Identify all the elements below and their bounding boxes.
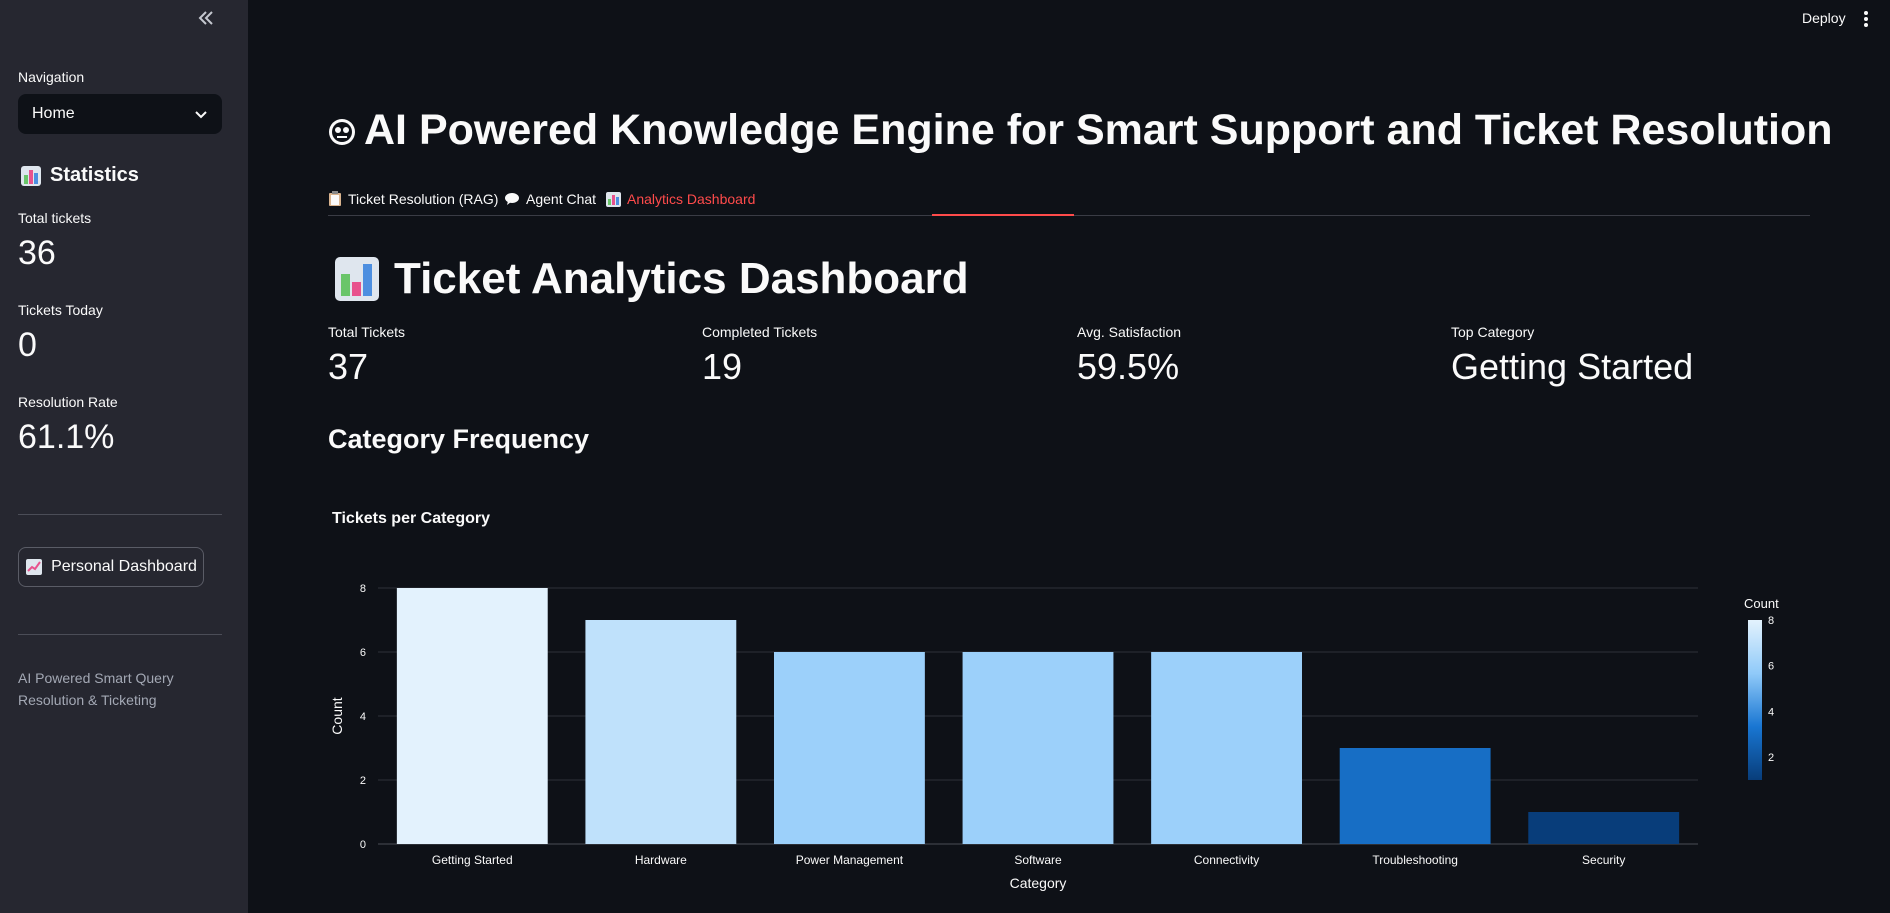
- tab-analytics-dashboard[interactable]: Analytics Dashboard: [606, 186, 755, 212]
- colorbar: [1748, 620, 1762, 780]
- bar: [774, 652, 925, 844]
- y-axis-title: Count: [329, 697, 345, 734]
- y-tick-label: 8: [360, 583, 366, 595]
- kpi-label-completed-tickets: Completed Tickets: [702, 324, 818, 340]
- bar-chart-icon: [606, 191, 621, 207]
- kpi-value-top-category: Getting Started: [1451, 346, 1694, 387]
- metric-label-total-tickets: Total tickets: [18, 210, 92, 226]
- colorbar-tick-label: 2: [1768, 752, 1774, 764]
- y-tick-label: 0: [360, 839, 366, 851]
- bar: [1151, 652, 1302, 844]
- tab-agent-chat[interactable]: Agent Chat: [504, 186, 596, 212]
- kpi-value-completed-tickets: 19: [702, 346, 743, 387]
- clipboard-icon: [329, 191, 341, 206]
- kpi-value-total-tickets: 37: [328, 346, 369, 387]
- bar: [962, 652, 1114, 844]
- colorbar-tick-label: 8: [1768, 615, 1774, 627]
- x-tick-label: Connectivity: [1194, 853, 1259, 867]
- chart-container: 0 2 4 6 8 Getting Started Hardware Power Manage…: [320, 496, 1820, 906]
- sidebar-divider: [18, 634, 222, 635]
- trend-chart-icon: [26, 559, 43, 575]
- colorbar-tick-label: 4: [1768, 706, 1774, 718]
- page-title: AI Powered Knowledge Engine for Smart Su…: [326, 106, 1833, 155]
- x-tick-label: Troubleshooting: [1372, 853, 1458, 867]
- tab-label: Analytics Dashboard: [627, 191, 756, 207]
- colorbar-tick-label: 6: [1768, 661, 1774, 673]
- y-tick-label: 2: [360, 775, 366, 787]
- personal-dashboard-button[interactable]: Personal Dashboard: [18, 547, 204, 587]
- dashboard-title: Ticket Analytics Dashboard: [334, 254, 969, 304]
- section-title: Category Frequency: [328, 424, 590, 454]
- metric-label-tickets-today: Tickets Today: [18, 302, 103, 318]
- x-tick-label: Security: [1582, 853, 1625, 867]
- tab-bar: Ticket Resolution (RAG) Agent Chat Analy…: [328, 182, 1810, 216]
- sidebar: Navigation Home Statistics Total tickets…: [0, 0, 248, 913]
- speech-bubble-icon: [505, 193, 519, 205]
- stats-heading: Statistics: [20, 164, 139, 187]
- sidebar-footer: AI Powered Smart Query Resolution & Tick…: [18, 670, 174, 708]
- kpi-label-total-tickets: Total Tickets: [328, 324, 406, 340]
- tab-label: Agent Chat: [526, 191, 597, 207]
- y-tick-label: 6: [360, 647, 366, 659]
- dashboard-title-text: Ticket Analytics Dashboard: [394, 254, 969, 303]
- colorbar-title: Count: [1744, 596, 1779, 611]
- bar: [585, 620, 737, 844]
- x-tick-label: Power Management: [796, 853, 904, 867]
- metric-label-resolution-rate: Resolution Rate: [18, 394, 118, 410]
- navigation-selected-value: Home: [32, 105, 75, 122]
- bar-chart-icon: [335, 257, 379, 301]
- robot-face-icon: [329, 118, 355, 145]
- metric-value-total-tickets: 36: [18, 234, 56, 272]
- kpi-label-avg-satisfaction: Avg. Satisfaction: [1077, 324, 1182, 340]
- x-axis-title: Category: [1010, 875, 1067, 891]
- kebab-menu-icon[interactable]: [1860, 10, 1872, 30]
- x-tick-label: Getting Started: [432, 853, 513, 867]
- stats-heading-text: Statistics: [50, 164, 139, 186]
- bar: [1528, 812, 1680, 844]
- chevron-down-icon: [195, 111, 207, 119]
- metric-value-tickets-today: 0: [18, 326, 37, 364]
- metric-value-resolution-rate: 61.1%: [18, 418, 115, 456]
- bar: [1339, 748, 1491, 844]
- bar-chart-icon: [21, 165, 41, 186]
- nav-label: Navigation: [18, 69, 85, 85]
- sidebar-divider: [18, 514, 222, 515]
- tab-ticket-resolution[interactable]: Ticket Resolution (RAG): [328, 186, 498, 212]
- page-title-text: AI Powered Knowledge Engine for Smart Su…: [364, 106, 1833, 154]
- bar: [396, 588, 548, 844]
- x-tick-label: Hardware: [635, 853, 687, 867]
- deploy-button[interactable]: Deploy: [1802, 10, 1846, 26]
- double-chevron-left-icon[interactable]: [196, 8, 218, 32]
- navigation-select[interactable]: Home: [18, 94, 222, 134]
- personal-dashboard-label: Personal Dashboard: [51, 558, 197, 575]
- tab-label: Ticket Resolution (RAG): [348, 191, 499, 207]
- x-tick-label: Software: [1014, 853, 1062, 867]
- y-tick-label: 4: [360, 711, 366, 723]
- kpi-value-avg-satisfaction: 59.5%: [1077, 346, 1180, 387]
- active-tab-indicator: [932, 214, 1074, 216]
- bar-chart: 0 2 4 6 8 Getting Started Hardware Power Manage…: [329, 583, 1779, 891]
- kpi-label-top-category: Top Category: [1451, 324, 1535, 340]
